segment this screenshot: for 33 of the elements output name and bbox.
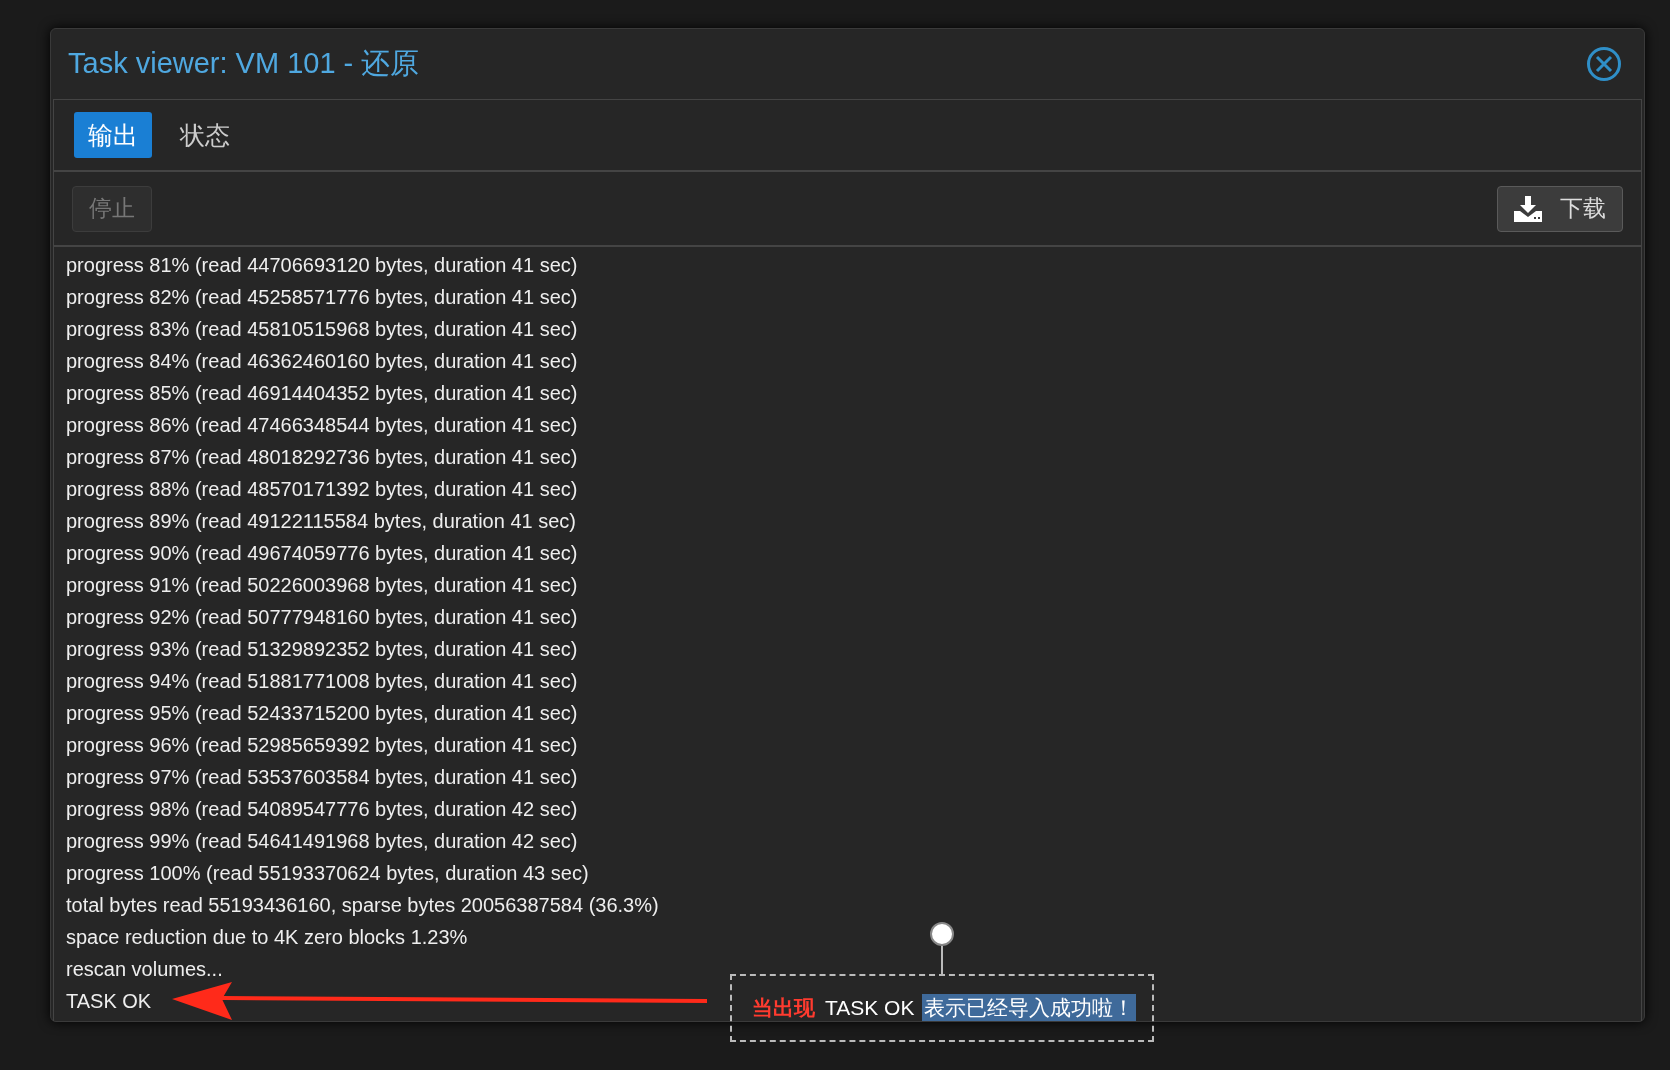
log-line: progress 96% (read 52985659392 bytes, duration 41 sec) <box>66 733 578 758</box>
annotation-text: 当出现 TASK OK 表示已经导入成功啦！ <box>751 994 1138 1022</box>
log-line: rescan volumes... <box>66 957 223 982</box>
download-button[interactable]: 下载 <box>1497 185 1623 232</box>
log-line: space reduction due to 4K zero blocks 1.23% <box>66 925 468 950</box>
rotate-handle[interactable] <box>927 920 957 976</box>
log-line: progress 89% (read 49122115584 bytes, duration 41 sec) <box>66 509 576 534</box>
close-icon <box>1586 46 1622 82</box>
log-line: TASK OK <box>66 989 152 1014</box>
tab[interactable]: 输出 <box>74 112 152 158</box>
log-line: total bytes read 55193436160, sparse bytes 20056387584 (36.3%) <box>66 893 659 918</box>
log-line: progress 91% (read 50226003968 bytes, duration 41 sec) <box>66 573 578 598</box>
log-line: progress 99% (read 54641491968 bytes, duration 42 sec) <box>66 829 578 854</box>
close-button[interactable] <box>1586 46 1622 82</box>
log-line: progress 93% (read 51329892352 bytes, duration 41 sec) <box>66 637 578 662</box>
log-line: progress 92% (read 50777948160 bytes, duration 41 sec) <box>66 605 578 630</box>
log-line: progress 94% (read 51881771008 bytes, duration 41 sec) <box>66 669 578 694</box>
log-line: progress 81% (read 44706693120 bytes, duration 41 sec) <box>66 253 578 278</box>
download-icon <box>1514 195 1542 222</box>
tab[interactable]: 状态 <box>166 112 244 158</box>
window-title: Task viewer: VM 101 - 还原 <box>68 46 420 81</box>
log-line: progress 83% (read 45810515968 bytes, duration 41 sec) <box>66 317 578 342</box>
log-line: progress 86% (read 47466348544 bytes, duration 41 sec) <box>66 413 578 438</box>
log-line: progress 85% (read 46914404352 bytes, duration 41 sec) <box>66 381 578 406</box>
log-line: progress 87% (read 48018292736 bytes, duration 41 sec) <box>66 445 578 470</box>
log-line: progress 100% (read 55193370624 bytes, duration 43 sec) <box>66 861 589 886</box>
log-line: progress 82% (read 45258571776 bytes, duration 41 sec) <box>66 285 578 310</box>
log-line: progress 95% (read 52433715200 bytes, duration 41 sec) <box>66 701 578 726</box>
log-line: progress 98% (read 54089547776 bytes, duration 42 sec) <box>66 797 578 822</box>
log-line: progress 88% (read 48570171392 bytes, duration 41 sec) <box>66 477 578 502</box>
log-line: progress 90% (read 49674059776 bytes, duration 41 sec) <box>66 541 578 566</box>
log-line: progress 84% (read 46362460160 bytes, duration 41 sec) <box>66 349 578 374</box>
log-line: progress 97% (read 53537603584 bytes, duration 41 sec) <box>66 765 578 790</box>
